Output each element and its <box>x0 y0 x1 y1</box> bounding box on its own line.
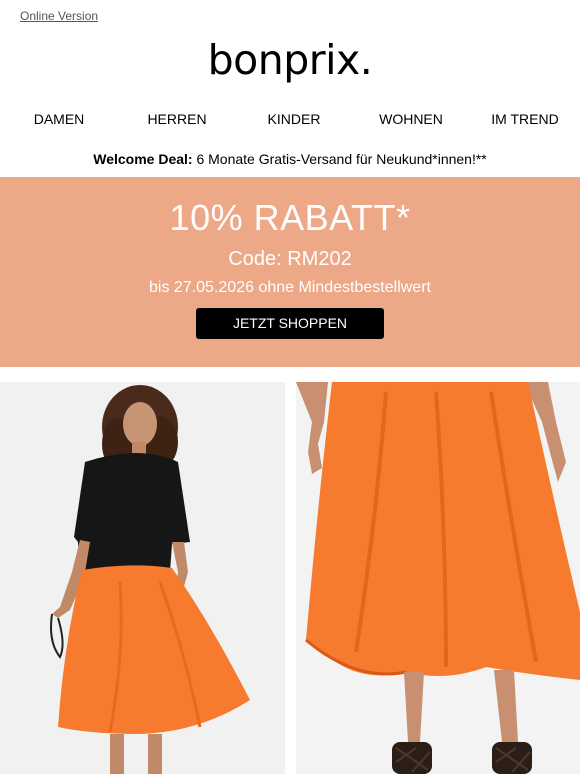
shop-now-button[interactable]: JETZT SHOPPEN <box>196 308 384 339</box>
nav-item-damen[interactable]: DAMEN <box>34 111 85 127</box>
promo-title: 10% RABATT* <box>169 197 411 238</box>
nav-item-im-trend[interactable]: IM TREND <box>491 111 558 127</box>
orange-skirt-closeup-photo <box>296 382 580 774</box>
promo-validity: bis 27.05.2026 ohne Mindestbestellwert <box>149 279 431 296</box>
product-image-model[interactable] <box>0 382 285 774</box>
online-version-link[interactable]: Online Version <box>20 9 98 23</box>
promo-banner[interactable]: 10% RABATT* Code: RM202 bis 27.05.2026 o… <box>0 177 580 367</box>
welcome-deal-text: 6 Monate Gratis-Versand für Neukund*inne… <box>192 151 487 167</box>
woman-in-orange-skirt-photo <box>0 382 285 774</box>
nav-item-herren[interactable]: HERREN <box>147 111 206 127</box>
nav-item-wohnen[interactable]: WOHNEN <box>379 111 443 127</box>
welcome-deal-label: Welcome Deal: <box>93 151 193 167</box>
bonprix-logo[interactable]: bonprix. <box>0 36 580 84</box>
welcome-deal-banner: Welcome Deal: 6 Monate Gratis-Versand fü… <box>0 151 580 167</box>
main-nav: DAMEN HERREN KINDER WOHNEN IM TREND <box>0 111 580 131</box>
nav-item-kinder[interactable]: KINDER <box>268 111 321 127</box>
promo-code: Code: RM202 <box>228 248 352 270</box>
product-image-detail[interactable] <box>296 382 580 774</box>
